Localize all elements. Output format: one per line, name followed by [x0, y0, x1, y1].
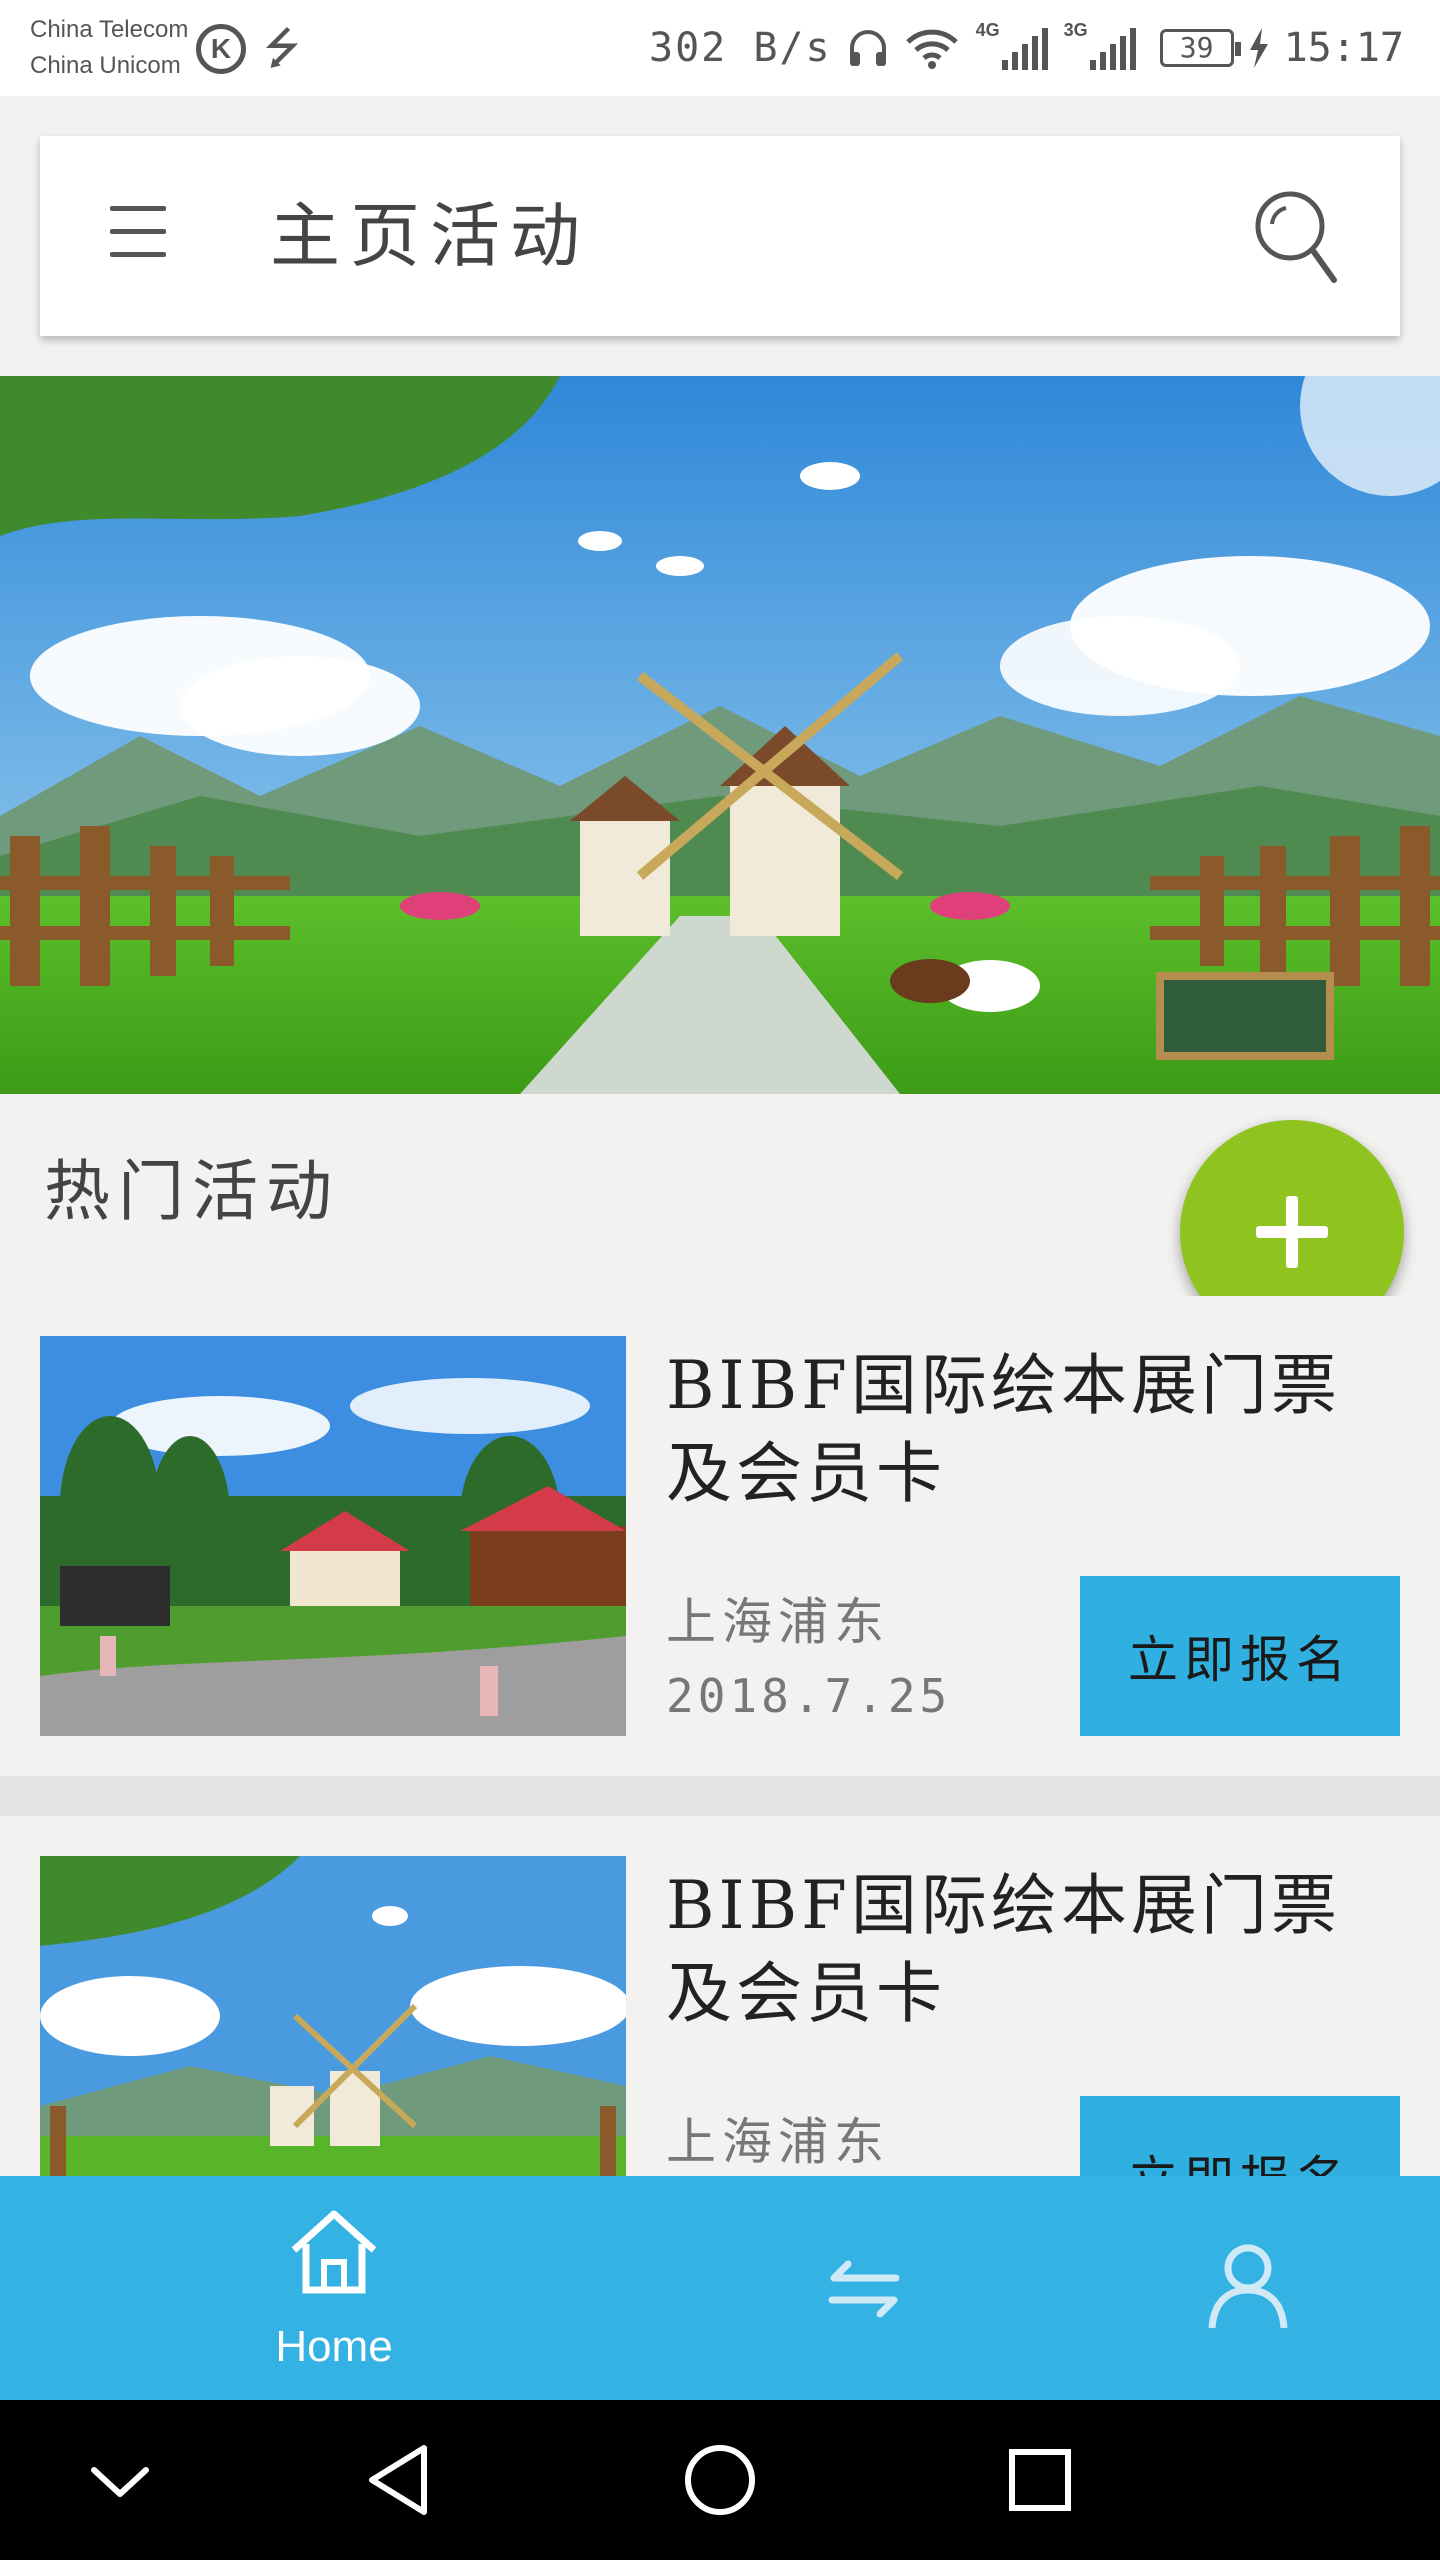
home-icon: [291, 2210, 377, 2294]
hamburger-menu-icon[interactable]: [110, 206, 166, 262]
activity-title: BIBF国际绘本展门票及会员卡: [666, 1347, 1341, 1512]
nav-label-home: Home: [275, 2322, 393, 2371]
page-title: 主页活动: [270, 195, 590, 277]
nav-item-exchange[interactable]: [664, 2176, 1064, 2400]
chevron-down-icon[interactable]: [70, 2430, 170, 2530]
charging-icon: [1249, 28, 1268, 68]
status-indicators: 302 B/s 4G 3G 39 15:17: [649, 18, 1404, 78]
card-divider: [0, 1776, 1440, 1816]
nav-item-profile[interactable]: [1048, 2176, 1440, 2400]
status-bar: China Telecom China Unicom K ⭍ 302 B/s 4…: [0, 0, 1440, 96]
signal-4g-icon: 4G: [976, 20, 1048, 70]
activity-thumbnail[interactable]: [40, 1336, 626, 1736]
signup-button[interactable]: 立即报名: [1080, 1576, 1400, 1736]
network-speed: 302 B/s: [649, 25, 832, 71]
carrier-2: China Unicom: [30, 52, 181, 79]
plus-icon: [1250, 1190, 1334, 1274]
activity-title: BIBF国际绘本展门票及会员卡: [666, 1867, 1341, 2032]
activity-location: 上海浦东: [666, 1593, 890, 1651]
battery-icon: 39: [1159, 29, 1241, 67]
farm-windmill-illustration: [0, 376, 1440, 1094]
nav-item-home[interactable]: Home: [134, 2176, 534, 2400]
exchange-icon: [828, 2260, 900, 2318]
home-circle-icon[interactable]: [670, 2430, 770, 2530]
banner-image[interactable]: [0, 376, 1440, 1094]
wifi-icon: [905, 29, 958, 69]
activity-date: 2018.7.25: [666, 1669, 952, 1723]
back-icon[interactable]: [350, 2430, 450, 2530]
usb-icon: ⭍: [263, 23, 301, 74]
cabin-landscape-image: [40, 1336, 626, 1736]
search-icon[interactable]: [1250, 182, 1340, 292]
activity-card[interactable]: BIBF国际绘本展门票及会员卡 上海浦东 2018.7.25 立即报名: [0, 1296, 1440, 1776]
app-bar: 主页活动: [40, 136, 1400, 336]
clock: 15:17: [1283, 25, 1404, 71]
recents-icon[interactable]: [990, 2430, 1090, 2530]
headset-icon: [849, 30, 886, 66]
user-icon: [1208, 2244, 1288, 2329]
section-title: 热门活动: [44, 1153, 340, 1230]
carrier-info: China Telecom China Unicom: [30, 12, 188, 84]
k-app-icon: K: [196, 24, 246, 74]
signal-3g-icon: 3G: [1064, 20, 1136, 70]
bottom-navigation: Home: [0, 2176, 1440, 2400]
activity-location: 上海浦东: [666, 2113, 890, 2171]
system-navigation-bar: [0, 2400, 1440, 2560]
carrier-1: China Telecom: [30, 16, 189, 43]
